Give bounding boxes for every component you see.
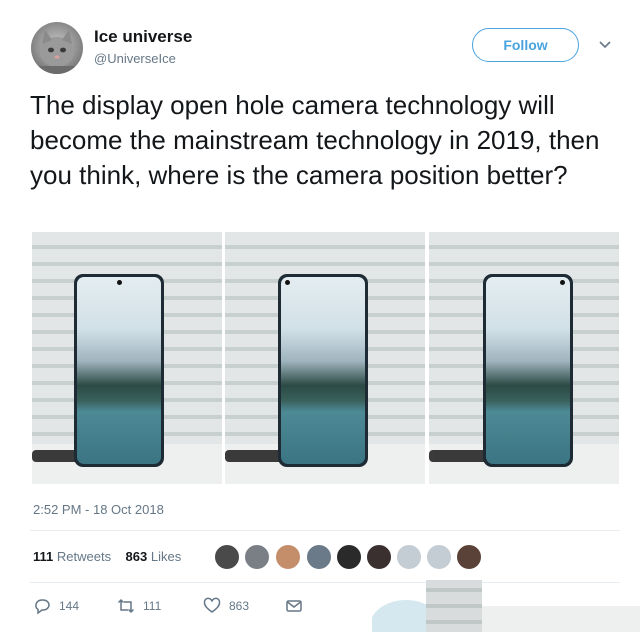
author-handle[interactable]: @UniverseIce	[94, 51, 176, 66]
author-name[interactable]: Ice universe	[94, 27, 192, 47]
likes-stat[interactable]: 863 Likes	[126, 549, 182, 564]
phone-screen	[77, 277, 161, 464]
chevron-down-icon[interactable]	[597, 37, 613, 53]
retweets-count: 111	[33, 549, 54, 564]
tweet-text: The display open hole camera technology …	[30, 90, 600, 190]
engagement-stats: 111 Retweets 863 Likes	[33, 549, 181, 564]
partial-image-preview	[372, 580, 640, 632]
likes-count: 863	[125, 549, 148, 564]
like-button[interactable]: 863	[203, 597, 249, 615]
retweets-stat[interactable]: 111 Retweets	[33, 549, 111, 564]
phone-image	[278, 274, 368, 467]
phone-screen	[486, 277, 570, 464]
reply-button[interactable]: 144	[33, 597, 79, 615]
liker-avatar[interactable]	[366, 544, 392, 570]
retweet-count: 111	[143, 599, 162, 613]
liker-avatar[interactable]	[456, 544, 482, 570]
retweet-button[interactable]: 111	[117, 597, 161, 615]
media-photo-1[interactable]	[32, 232, 222, 484]
divider	[30, 530, 620, 531]
default-avatar-icon[interactable]	[426, 544, 452, 570]
reply-count: 144	[59, 599, 80, 613]
liker-avatar[interactable]	[214, 544, 240, 570]
tweet-media-grid	[32, 232, 619, 484]
heart-icon	[203, 597, 221, 613]
liker-avatar[interactable]	[336, 544, 362, 570]
retweets-label: Retweets	[56, 549, 112, 564]
like-count: 863	[229, 599, 250, 613]
media-photo-2[interactable]	[225, 232, 425, 484]
phone-screen	[281, 277, 365, 464]
phone-image	[483, 274, 573, 467]
camera-hole	[117, 280, 122, 285]
likes-label: Likes	[150, 549, 182, 564]
liker-avatar[interactable]	[244, 544, 270, 570]
photo-stand	[225, 450, 285, 462]
tweet-timestamp[interactable]: 2:52 PM - 18 Oct 2018	[33, 502, 164, 517]
camera-hole	[285, 280, 290, 285]
phone-image	[74, 274, 164, 467]
follow-button[interactable]: Follow	[472, 28, 579, 62]
camera-hole	[560, 280, 565, 285]
direct-message-button[interactable]	[285, 597, 311, 615]
reply-icon	[35, 599, 50, 615]
message-icon	[286, 600, 302, 612]
retweet-icon	[117, 598, 135, 614]
media-photo-3[interactable]	[429, 232, 619, 484]
author-avatar[interactable]	[31, 22, 83, 74]
photo-stand	[429, 450, 489, 462]
cat-avatar-image	[31, 30, 83, 74]
liker-avatar[interactable]	[306, 544, 332, 570]
liker-avatar[interactable]	[275, 544, 301, 570]
default-avatar-icon[interactable]	[396, 544, 422, 570]
